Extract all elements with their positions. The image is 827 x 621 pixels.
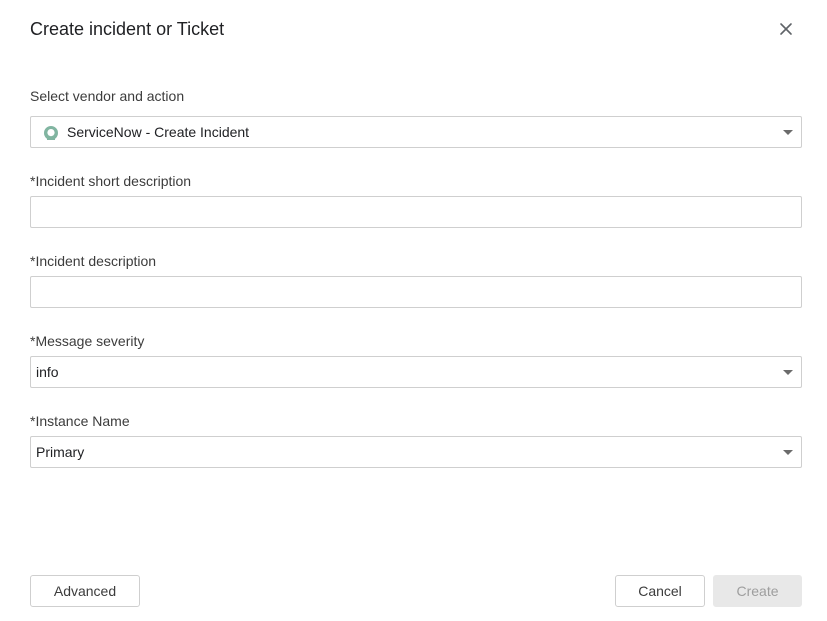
chevron-down-icon [783, 450, 793, 455]
severity-label: *Message severity [30, 333, 145, 349]
create-button[interactable]: Create [713, 575, 802, 607]
instance-label: *Instance Name [30, 413, 130, 429]
severity-select-value: info [36, 364, 59, 380]
description-input[interactable] [30, 276, 802, 308]
instance-select[interactable]: Primary [30, 436, 802, 468]
chevron-down-icon [783, 130, 793, 135]
chevron-down-icon [783, 370, 793, 375]
vendor-label: Select vendor and action [30, 88, 185, 104]
vendor-select[interactable]: ServiceNow - Create Incident [30, 116, 802, 148]
instance-select-value: Primary [36, 444, 85, 460]
short-description-label: *Incident short description [30, 173, 192, 189]
cancel-button[interactable]: Cancel [615, 575, 705, 607]
dialog-title: Create incident or Ticket [30, 19, 225, 39]
short-description-input[interactable] [30, 196, 802, 228]
vendor-select-value: ServiceNow - Create Incident [67, 124, 250, 140]
create-incident-dialog: Create incident or Ticket Select vendor … [0, 0, 827, 621]
servicenow-icon [44, 126, 58, 140]
advanced-button[interactable]: Advanced [30, 575, 140, 607]
close-icon[interactable] [774, 17, 798, 41]
description-label: *Incident description [30, 253, 157, 269]
severity-select[interactable]: info [30, 356, 802, 388]
